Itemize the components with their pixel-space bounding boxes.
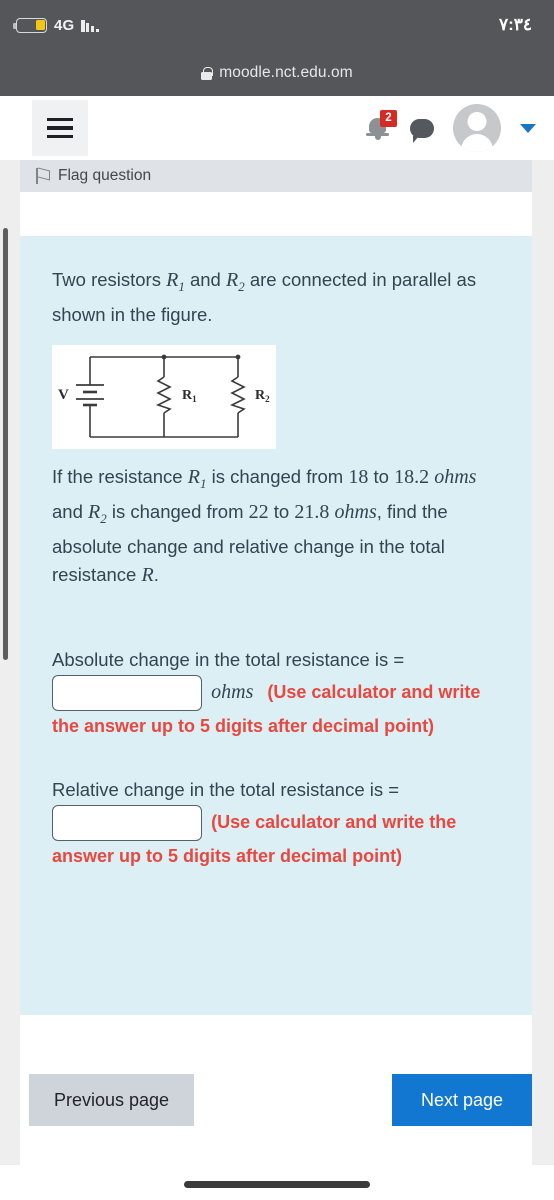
answer-block-absolute: Absolute change in the total resistance …: [52, 645, 500, 741]
circuit-source-label: V: [58, 387, 69, 403]
notification-count-badge: 2: [380, 110, 397, 127]
battery-fill: [35, 20, 45, 30]
circuit-svg: V R1 R2: [58, 354, 270, 438]
previous-page-button[interactable]: Previous page: [29, 1074, 194, 1126]
page-scrollbar[interactable]: [3, 228, 8, 660]
body-r1: R1: [187, 466, 207, 491]
phone-screen: 4G ٧:٣٤ moodle.nct.edu.om 2 Flag questio…: [0, 0, 554, 1200]
circuit-r1-label: R1: [182, 388, 197, 404]
body-r2-to: 21.8: [294, 501, 330, 523]
browser-url-bar[interactable]: moodle.nct.edu.om: [0, 50, 554, 96]
intro-text-part2: and: [184, 269, 226, 290]
next-page-button[interactable]: Next page: [392, 1074, 532, 1126]
answer-gap: [52, 741, 500, 771]
flag-icon: [36, 168, 49, 184]
lock-icon: [201, 66, 213, 80]
question-card-top-spacer: [20, 192, 532, 236]
body-total-R: R: [141, 564, 154, 586]
body-part1: If the resistance: [52, 466, 188, 487]
status-bar-left: 4G: [13, 16, 99, 34]
body-r1-from: 18: [348, 466, 369, 488]
flag-question-bar[interactable]: Flag question: [20, 160, 532, 192]
body-r1-to: 18.2: [394, 466, 430, 488]
speech-bubble-icon[interactable]: [410, 118, 434, 143]
chevron-down-icon[interactable]: [520, 123, 536, 133]
body-part3: to: [368, 466, 395, 487]
body-part2: is changed from: [206, 466, 349, 487]
body-r2-from: 22: [248, 501, 269, 523]
circuit-r2-label: R2: [255, 388, 270, 404]
body-end: .: [153, 564, 159, 585]
question-intro-text: Two resistors R1 and R2 are connected in…: [52, 266, 500, 329]
bell-icon[interactable]: 2: [366, 110, 397, 142]
signal-bars-icon: [81, 18, 99, 32]
question-main-text: If the resistance R1 is changed from 18 …: [52, 463, 500, 589]
answer-prompt-absolute: Absolute change in the total resistance …: [52, 649, 405, 670]
body-unit1: ohms: [434, 466, 477, 488]
body-r2: R2: [88, 501, 107, 526]
url-text: moodle.nct.edu.om: [219, 64, 353, 81]
answer-block-relative: Relative change in the total resistance …: [52, 775, 500, 871]
body-part4: and: [52, 501, 89, 522]
home-indicator[interactable]: [184, 1181, 370, 1188]
absolute-change-unit: ohms: [211, 680, 254, 703]
answer-row-absolute: ohms (Use calculator and write the answer…: [52, 675, 500, 741]
battery-icon: [13, 17, 47, 33]
answer-spacer: [52, 589, 500, 641]
body-part6: to: [268, 501, 295, 522]
question-body: Two resistors R1 and R2 are connected in…: [20, 236, 532, 1015]
intro-r2: R2: [225, 269, 245, 294]
answer-row-relative: (Use calculator and write the answer up …: [52, 805, 500, 871]
navbar-actions: 2: [366, 104, 536, 152]
intro-text-part1: Two resistors: [52, 269, 167, 290]
parallel-resistor-circuit-diagram: V R1 R2: [52, 345, 276, 449]
body-part5: is changed from: [106, 501, 249, 522]
moodle-navbar: 2: [0, 96, 554, 160]
hamburger-menu-icon[interactable]: [32, 100, 88, 156]
user-avatar-icon[interactable]: [453, 104, 501, 152]
status-bar: 4G ٧:٣٤: [0, 0, 554, 50]
absolute-change-input[interactable]: [52, 675, 202, 711]
flag-question-label: Flag question: [58, 167, 152, 184]
intro-r1: R1: [166, 269, 185, 294]
answer-prompt-relative: Relative change in the total resistance …: [52, 779, 400, 800]
body-unit2: ohms: [334, 501, 377, 523]
status-bar-clock: ٧:٣٤: [498, 15, 532, 34]
relative-change-input[interactable]: [52, 805, 202, 841]
network-type-label: 4G: [54, 16, 75, 34]
